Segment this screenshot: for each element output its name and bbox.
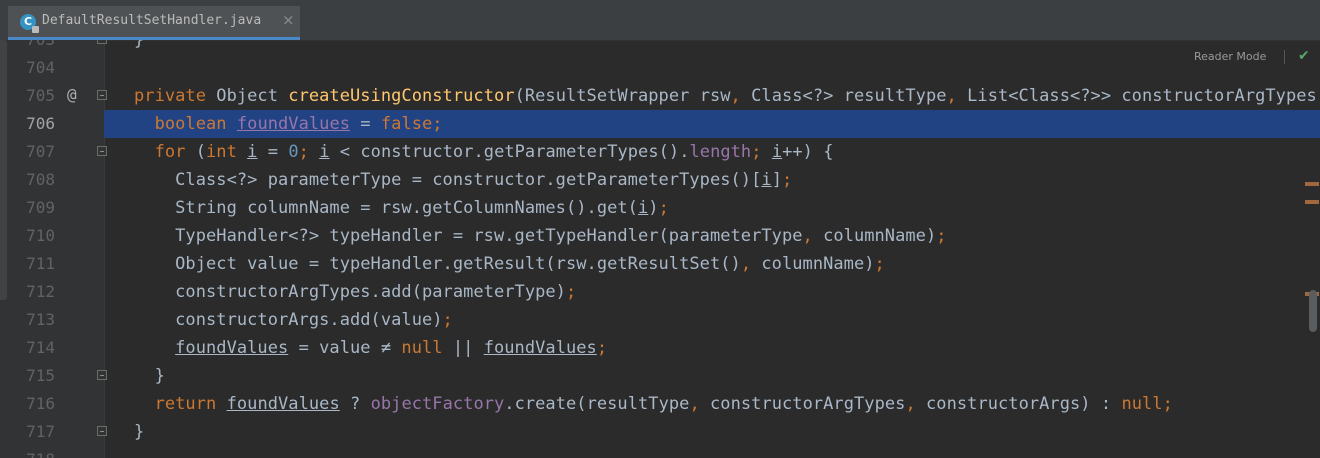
vertical-scrollbar[interactable] (1309, 290, 1317, 332)
line-number: 709 (26, 198, 55, 217)
code-text: } (134, 366, 165, 386)
line-number: 708 (26, 170, 55, 189)
fold-icon[interactable] (97, 90, 107, 100)
error-stripe-mark[interactable] (1305, 200, 1319, 204)
code-text: boolean foundValues = false; (154, 114, 443, 134)
override-at-icon[interactable]: @ (67, 85, 77, 104)
reader-mode-button[interactable]: Reader Mode (1194, 50, 1266, 63)
java-class-icon: C (20, 14, 39, 33)
code-line[interactable]: 708 Class<?> parameterType = constructor… (0, 166, 1320, 194)
line-number: 714 (26, 338, 55, 357)
editor-tab-bar: C DefaultResultSetHandler.java × (0, 0, 1320, 41)
code-line[interactable]: 711 Object value = typeHandler.getResult… (0, 250, 1320, 278)
code-text: Class<?> parameterType = constructor.get… (134, 170, 793, 190)
line-number: 716 (26, 394, 55, 413)
error-stripe-mark[interactable] (1305, 182, 1319, 186)
code-text: foundValues = value ≠ null || foundValue… (175, 338, 608, 358)
line-number: 713 (26, 310, 55, 329)
code-text: constructorArgTypes.add(parameterType); (134, 282, 577, 302)
code-editor[interactable]: 703 } 704 705 @ private Object createUsi… (0, 40, 1320, 458)
line-number: 706 (26, 114, 55, 133)
line-number: 711 (26, 254, 55, 273)
toolbar-divider (1284, 50, 1285, 64)
line-number: 703 (0, 40, 55, 49)
code-line[interactable]: 709 String columnName = rsw.getColumnNam… (0, 194, 1320, 222)
code-text: Object value = typeHandler.getResult(rsw… (134, 254, 885, 274)
line-number: 718 (0, 450, 55, 458)
line-number: 712 (26, 282, 55, 301)
line-number: 715 (26, 366, 55, 385)
code-text: constructorArgs.add(value); (134, 310, 453, 330)
line-number: 717 (26, 422, 55, 441)
line-number: 704 (26, 58, 55, 77)
code-line[interactable]: 710 TypeHandler<?> typeHandler = rsw.get… (0, 222, 1320, 250)
code-line[interactable]: 712 constructorArgTypes.add(parameterTyp… (0, 278, 1320, 306)
check-icon[interactable]: ✔ (1298, 48, 1310, 64)
code-text: } (134, 40, 145, 50)
file-tab[interactable]: C DefaultResultSetHandler.java × (8, 6, 300, 40)
fold-icon[interactable] (97, 370, 107, 380)
close-icon[interactable]: × (282, 11, 295, 29)
code-line[interactable]: 704 (0, 54, 1320, 82)
code-text: private Object createUsingConstructor(Re… (134, 86, 1317, 106)
line-number: 710 (26, 226, 55, 245)
code-line[interactable]: 705 @ private Object createUsingConstruc… (0, 82, 1320, 110)
code-line[interactable]: 713 constructorArgs.add(value); (0, 306, 1320, 334)
code-line[interactable]: 703 } (0, 40, 1320, 54)
code-text: TypeHandler<?> typeHandler = rsw.getType… (134, 226, 947, 246)
code-text: return foundValues ? objectFactory.creat… (154, 394, 1173, 414)
code-line[interactable]: 717 } (0, 418, 1320, 446)
code-line[interactable]: 714 foundValues = value ≠ null || foundV… (0, 334, 1320, 362)
tab-title: DefaultResultSetHandler.java (42, 13, 262, 28)
code-text: } (134, 422, 145, 442)
fold-icon[interactable] (97, 146, 107, 156)
code-line[interactable]: 716 return foundValues ? objectFactory.c… (0, 390, 1320, 418)
fold-icon[interactable] (97, 426, 107, 436)
code-line[interactable]: 718 (0, 446, 1320, 458)
code-line[interactable]: 707 for (int i = 0; i < constructor.getP… (0, 138, 1320, 166)
fold-icon[interactable] (97, 40, 107, 44)
line-number: 707 (26, 142, 55, 161)
code-text: String columnName = rsw.getColumnNames()… (134, 198, 669, 218)
code-line[interactable]: 715 } (0, 362, 1320, 390)
code-line-selected[interactable]: 706 boolean foundValues = false; (0, 110, 1320, 138)
line-number: 705 (26, 86, 55, 105)
code-text: for (int i = 0; i < constructor.getParam… (154, 142, 834, 162)
